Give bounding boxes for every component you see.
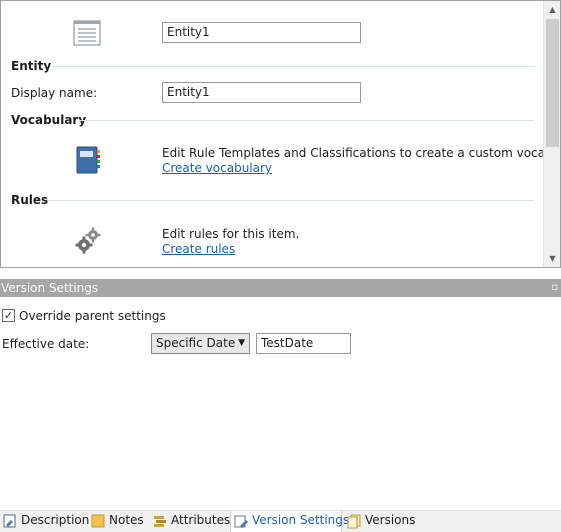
entity-name-field[interactable]: Entity1 xyxy=(162,22,361,43)
override-parent-checkbox[interactable]: ✓ xyxy=(2,309,15,322)
rules-gears-icon xyxy=(75,227,101,254)
display-name-label: Display name: xyxy=(11,86,98,100)
tab-version-settings-label: Version Settings xyxy=(252,513,350,527)
vocabulary-section-divider xyxy=(77,120,534,121)
version-settings-icon xyxy=(234,515,248,528)
entity-section-divider xyxy=(51,66,534,67)
vocabulary-section-title: Vocabulary xyxy=(11,113,87,127)
tab-attributes-label: Attributes xyxy=(171,513,231,527)
pin-icon[interactable]: ▫ xyxy=(551,279,558,297)
tab-notes-label: Notes xyxy=(109,513,144,527)
tab-versions[interactable]: Versions xyxy=(344,511,416,532)
bottom-tab-strip: Description Notes Attributes Version Set… xyxy=(0,510,561,532)
vertical-scrollbar[interactable]: ▲ ▼ xyxy=(543,1,560,267)
effective-date-mode-value: Specific Date xyxy=(156,336,236,350)
attributes-icon xyxy=(154,515,166,527)
version-settings-header: Version Settings ▫ xyxy=(0,279,561,297)
effective-date-label: Effective date: xyxy=(2,337,90,351)
entity-document-icon xyxy=(73,20,101,46)
tab-description-label: Description xyxy=(21,513,90,527)
scroll-up-arrow-icon[interactable]: ▲ xyxy=(544,1,560,18)
rules-section-title: Rules xyxy=(11,193,49,207)
rules-section-divider xyxy=(47,200,534,201)
override-parent-label: Override parent settings xyxy=(19,309,166,323)
dropdown-caret-icon: ▼ xyxy=(238,338,245,348)
notes-icon xyxy=(91,514,105,527)
tab-description[interactable]: Description xyxy=(0,511,90,532)
scroll-down-arrow-icon[interactable]: ▼ xyxy=(544,250,560,267)
properties-panel: Entity1 Entity Display name: Entity1 Voc… xyxy=(0,0,561,268)
vocabulary-book-icon xyxy=(76,146,100,174)
vocabulary-description: Edit Rule Templates and Classifications … xyxy=(162,146,561,160)
display-name-field[interactable]: Entity1 xyxy=(162,82,361,103)
create-vocabulary-link[interactable]: Create vocabulary xyxy=(162,161,272,175)
versions-icon xyxy=(347,514,361,528)
version-settings-title: Version Settings xyxy=(1,281,99,295)
create-rules-link[interactable]: Create rules xyxy=(162,242,235,256)
effective-date-mode-select[interactable]: Specific Date ▼ xyxy=(151,333,250,354)
tab-notes[interactable]: Notes xyxy=(88,511,148,532)
tab-version-settings[interactable]: Version Settings xyxy=(230,511,349,532)
effective-date-field[interactable]: TestDate xyxy=(256,333,351,354)
rules-description: Edit rules for this item. xyxy=(162,227,300,241)
tab-attributes[interactable]: Attributes xyxy=(150,511,231,532)
entity-section-title: Entity xyxy=(11,59,52,73)
scrollbar-thumb[interactable] xyxy=(546,19,559,147)
tab-versions-label: Versions xyxy=(365,513,416,527)
description-icon xyxy=(3,514,16,527)
